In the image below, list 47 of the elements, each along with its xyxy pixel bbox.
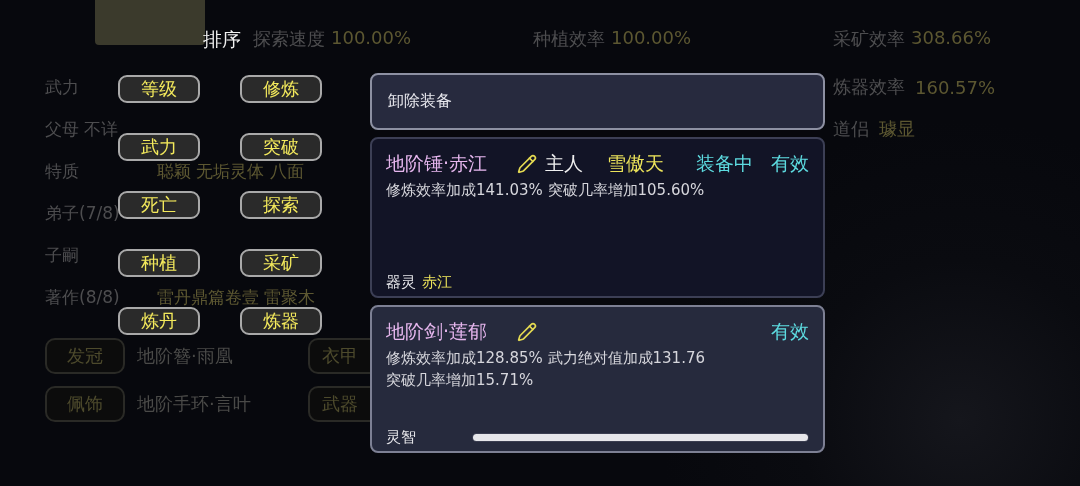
- sort-option-button[interactable]: 等级: [118, 75, 200, 103]
- stat-label: 种植效率: [533, 27, 605, 51]
- info-label: 著作(8/8): [45, 286, 120, 307]
- effect-text: 突破几率增加15.71%: [386, 370, 534, 391]
- intellect-label: 灵智: [386, 428, 416, 447]
- stat-value: 308.66%: [911, 27, 992, 50]
- equipped-status: 装备中: [696, 151, 753, 176]
- effect-text: 修炼效率加成128.85% 武力绝对值加成131.76: [386, 348, 705, 369]
- sort-option-button[interactable]: 死亡: [118, 191, 200, 219]
- sort-option-button[interactable]: 炼丹: [118, 307, 200, 335]
- effect-text: 修炼效率加成141.03% 突破几率增加105.60%: [386, 180, 705, 201]
- info-label: 武力: [45, 76, 79, 97]
- stat-label: 探索速度: [253, 27, 325, 51]
- sort-option-button[interactable]: 武力: [118, 133, 200, 161]
- stat-value: 璩显: [879, 117, 915, 141]
- equipped-item: 地阶手环·言叶: [137, 392, 251, 416]
- sort-option-button[interactable]: 炼器: [240, 307, 322, 335]
- stat-value: 100.00%: [331, 27, 412, 50]
- item-name: 地阶锤·赤江: [386, 151, 488, 176]
- sort-option-button[interactable]: 探索: [240, 191, 322, 219]
- stat-value: 160.57%: [915, 76, 996, 98]
- effect-status: 有效: [771, 319, 809, 344]
- stat-label: 炼器效率: [833, 75, 905, 99]
- spirit-label: 器灵: [386, 273, 416, 292]
- equipped-item: 地阶簪·雨凰: [137, 344, 233, 368]
- sort-title: 排序: [203, 27, 241, 52]
- info-value: 聪颖 无垢灵体 八面: [157, 159, 304, 183]
- stat-value: 100.00%: [611, 27, 692, 50]
- effect-status: 有效: [771, 151, 809, 176]
- info-label: 弟子(7/8): [45, 202, 120, 223]
- info-label: 特质: [45, 160, 79, 181]
- sort-option-button[interactable]: 种植: [118, 249, 200, 277]
- info-label: 父母 不详: [45, 118, 119, 139]
- sort-option-button[interactable]: 突破: [240, 133, 322, 161]
- info-label: 子嗣: [45, 244, 79, 265]
- sort-option-button[interactable]: 修炼: [240, 75, 322, 103]
- pencil-icon[interactable]: [517, 322, 538, 342]
- unequip-button[interactable]: 卸除装备: [370, 73, 825, 130]
- stat-label: 道侣: [833, 117, 869, 141]
- pencil-icon[interactable]: [517, 154, 538, 174]
- owner-name: 雪傲天: [607, 151, 665, 176]
- item-name: 地阶剑·莲郁: [386, 319, 488, 344]
- info-value: 雷丹鼎篇卷壹 雷聚木: [157, 285, 316, 309]
- sort-option-button[interactable]: 采矿: [240, 249, 322, 277]
- owner-label: 主人: [545, 151, 584, 176]
- spirit-name: 赤江: [422, 273, 452, 292]
- stat-label: 采矿效率: [833, 27, 905, 51]
